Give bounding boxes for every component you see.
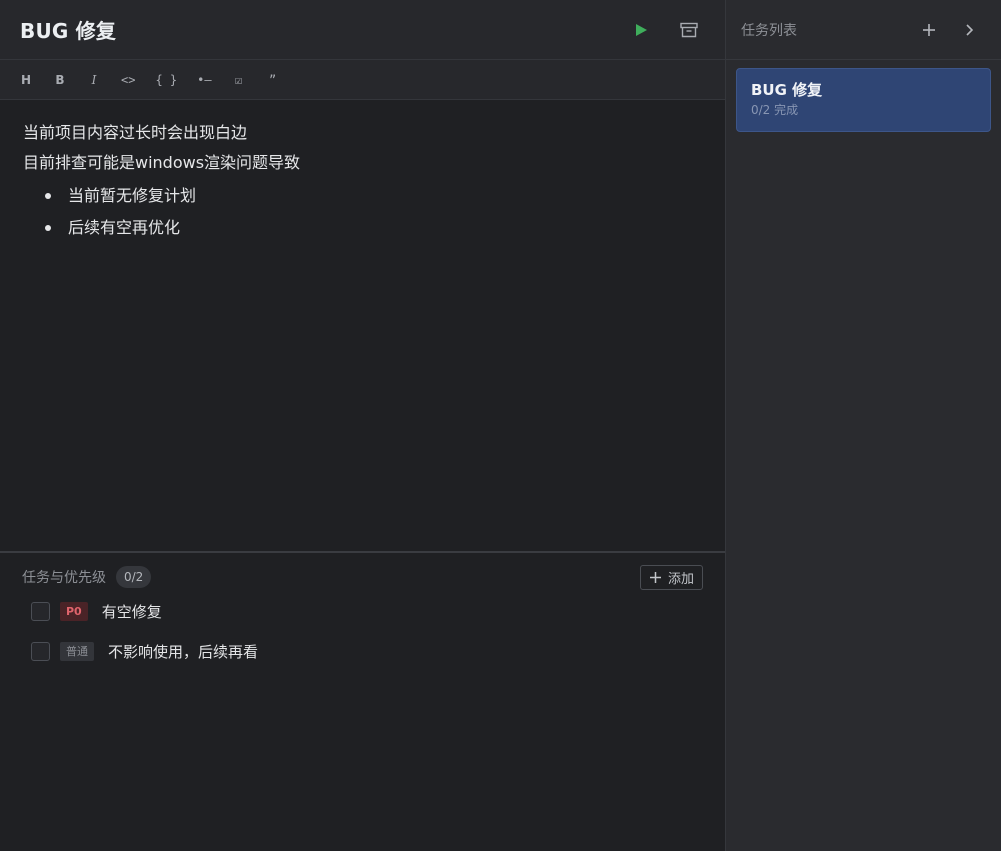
task-label[interactable]: 有空修复 [102, 601, 162, 622]
bullet-item: 后续有空再优化 [23, 212, 702, 244]
task-checkbox[interactable] [31, 641, 50, 661]
checklist-button[interactable]: ☑ [227, 66, 251, 94]
format-toolbar: H B I <> { } •— ☑ ” [0, 60, 725, 100]
chevron-right-icon [966, 24, 974, 36]
bullet-list: 当前暂无修复计划 后续有空再优化 [23, 180, 702, 244]
tasks-header: 任务与优先级 0/2 [22, 563, 703, 591]
sidebar-actions [917, 18, 981, 42]
heading-button[interactable]: H [14, 66, 38, 94]
play-icon [636, 24, 647, 36]
tasks-title: 任务与优先级 [22, 570, 106, 586]
priority-badge[interactable]: P0 [60, 601, 88, 621]
tasks-section: 任务与优先级 0/2 添加 P0 有空修复 普通 不影响使用，后续再看 [0, 551, 725, 851]
plus-icon [923, 24, 935, 36]
content-line: 目前排查可能是windows渲染问题导致 [23, 153, 301, 172]
tasks-count-badge: 0/2 [116, 566, 152, 588]
italic-button[interactable]: I [82, 66, 106, 94]
task-list-sidebar: 任务列表 BUG 修复 0/2 完成 [725, 0, 1001, 851]
card-progress: 0/2 完成 [751, 103, 799, 117]
add-task-label: 添加 [667, 571, 694, 586]
content-line: 当前项目内容过长时会出现白边 [23, 123, 248, 142]
archive-icon [680, 22, 698, 38]
bullet-list-button[interactable]: •— [192, 66, 216, 94]
run-button[interactable] [629, 18, 653, 42]
editor-title-bar: BUG 修复 [0, 0, 725, 60]
task-checkbox[interactable] [31, 601, 50, 621]
plus-icon [649, 572, 661, 583]
sidebar-title: 任务列表 [741, 22, 797, 39]
archive-button[interactable] [677, 18, 701, 42]
task-label[interactable]: 不影响使用，后续再看 [108, 641, 258, 662]
app-window: BUG 修复 H B I <> {} •— ☑ ” 当前项目内容过长时会出现白… [0, 0, 1001, 851]
editor-pane: BUG 修复 H B I <> {} •— ☑ ” 当前项目内容过长时会出现白… [0, 0, 725, 851]
task-row: 普通 不影响使用，后续再看 [22, 631, 703, 671]
code-block-button[interactable]: { } [150, 66, 182, 94]
quote-button[interactable]: ” [261, 66, 285, 94]
sidebar-header: 任务列表 [726, 0, 1001, 60]
add-task-button[interactable]: 添加 [639, 565, 703, 590]
title-actions [629, 18, 701, 42]
card-title: BUG 修复 [751, 81, 823, 99]
inline-code-button[interactable]: <> [116, 66, 140, 94]
collapse-sidebar-button[interactable] [957, 18, 981, 42]
priority-badge[interactable]: 普通 [60, 641, 94, 661]
note-content-editor[interactable]: 当前项目内容过长时会出现白边 目前排查可能是windows渲染问题导致 当前暂无… [0, 100, 725, 551]
bullet-item: 当前暂无修复计划 [23, 180, 702, 212]
bold-button[interactable]: B [48, 66, 72, 94]
task-row: P0 有空修复 [22, 591, 703, 631]
task-list-card[interactable]: BUG 修复 0/2 完成 [736, 68, 991, 132]
document-title[interactable]: BUG 修复 [20, 15, 116, 44]
new-task-list-button[interactable] [917, 18, 941, 42]
